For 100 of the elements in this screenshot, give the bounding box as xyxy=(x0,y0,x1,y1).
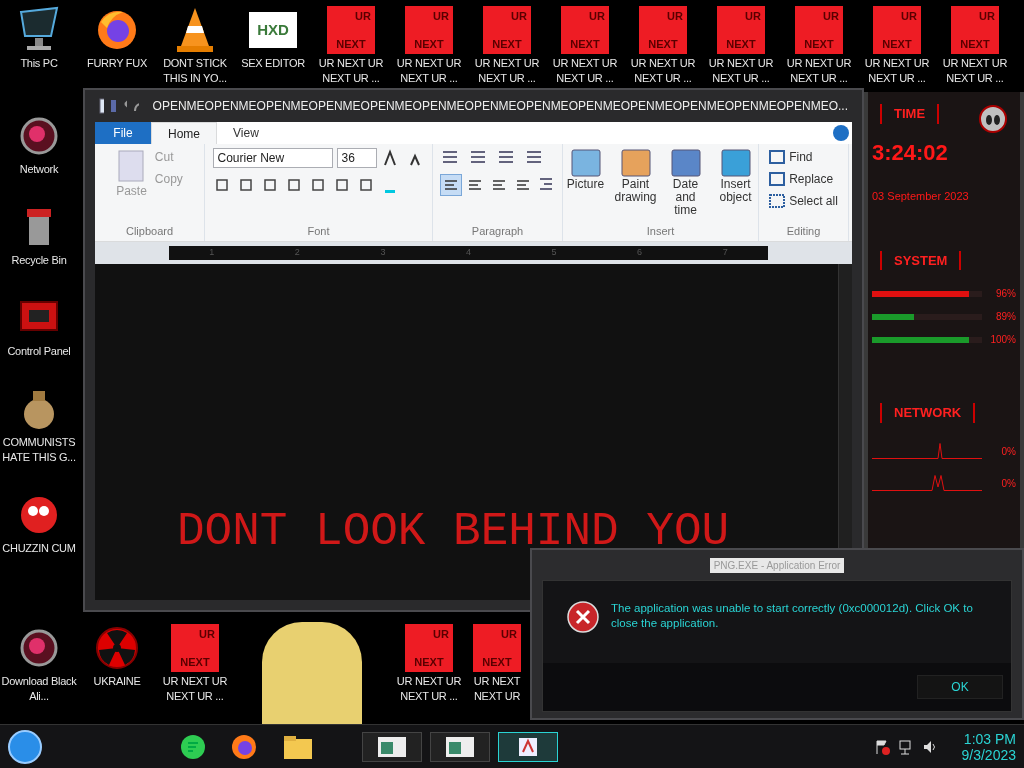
taskbar-window-button[interactable] xyxy=(498,731,558,762)
desktop-icon-label[interactable]: CHUZZIN CUM xyxy=(2,541,76,556)
desktop-icon-label[interactable]: UKRAINE xyxy=(93,674,141,689)
insert-button[interactable]: Insert object xyxy=(712,178,759,204)
group-label: Editing xyxy=(786,223,821,239)
insert-button[interactable]: Paint drawing xyxy=(612,178,659,204)
network-icon[interactable] xyxy=(897,738,914,755)
tile-text: UR xyxy=(901,9,918,24)
meter-reading: 100% xyxy=(989,333,1016,347)
tile-text: UR xyxy=(355,9,372,24)
window-title: OPENMEOPENMEOPENMEOPENMEOPENMEOPENMEOPENMEOPENMEOPENMEOPENMEOPENMEOPENMEOPENMEO... xyxy=(152,98,848,115)
ribbon-tab[interactable]: View xyxy=(217,122,275,144)
tile-text: UR xyxy=(511,9,528,24)
font-family-field[interactable]: Courier New xyxy=(212,148,333,168)
clock-time: 3:24:02 xyxy=(872,142,949,164)
desktop-icon-label[interactable]: UR NEXT UR NEXT UR ... xyxy=(780,56,858,86)
desktop-icon-label[interactable]: UR NEXT UR NEXT UR ... xyxy=(936,56,1014,86)
clipboard-icon xyxy=(117,148,146,182)
network-reading: 0% xyxy=(1000,476,1016,491)
dialog-title: PNG.EXE - Application Error xyxy=(709,557,845,573)
document-text: DONT LOOK BEHIND YOU xyxy=(177,508,730,556)
group-label: Paragraph xyxy=(471,223,524,239)
desktop-icon-label[interactable]: DONT STICK THIS IN YO... xyxy=(156,56,234,86)
desktop-icon-label[interactable]: UR NEXT NEXT UR xyxy=(468,674,526,704)
tile-text: UR xyxy=(979,9,996,24)
app-logo-icon: HXD xyxy=(249,12,297,48)
desktop-icon-label[interactable]: Control Panel xyxy=(7,344,71,359)
align-button[interactable] xyxy=(439,174,462,196)
desktop-icon-label[interactable]: UR NEXT UR NEXT UR ... xyxy=(702,56,780,86)
clock-date: 03 September 2023 xyxy=(872,189,970,204)
ribbon-tab[interactable]: File xyxy=(95,122,151,144)
tile-text: NEXT xyxy=(960,36,990,52)
tile-text: UR xyxy=(667,9,684,24)
ruler-number: 3 xyxy=(380,246,386,260)
ruler-number: 4 xyxy=(465,246,471,260)
tile-text: NEXT xyxy=(726,36,756,52)
taskbar-window-button[interactable] xyxy=(362,731,422,762)
tile-text: NEXT xyxy=(570,36,600,52)
window-thumbnail-icon xyxy=(377,735,407,758)
editing-button[interactable]: Find xyxy=(789,148,813,166)
alien-head-icon xyxy=(978,104,1008,134)
clock-time[interactable]: 1:03 PM xyxy=(963,730,1016,747)
tile-text: UR xyxy=(745,9,762,24)
taskbar-window-button[interactable] xyxy=(430,731,490,762)
tile-text: NEXT xyxy=(482,654,512,670)
meter-reading: 96% xyxy=(995,287,1016,301)
tile-text: NEXT xyxy=(492,36,522,52)
ruler-number: 7 xyxy=(722,246,728,260)
align-lines-icon xyxy=(491,179,506,191)
desktop-icon-label[interactable]: UR NEXT UR NEXT UR ... xyxy=(546,56,624,86)
desktop-icon-label[interactable]: FURRY FUX xyxy=(86,56,148,71)
flag-warning-icon[interactable] xyxy=(873,738,890,755)
tile-text: UR xyxy=(433,627,450,642)
group-label: Font xyxy=(307,223,330,239)
tile-text: NEXT xyxy=(336,36,366,52)
ribbon-tab[interactable]: Home xyxy=(151,122,217,144)
select-all-icon xyxy=(769,194,786,208)
desktop-icon-label[interactable]: UR NEXT UR NEXT UR ... xyxy=(390,674,468,704)
ok-button[interactable]: OK xyxy=(917,675,1003,699)
save-icon[interactable] xyxy=(110,99,116,113)
gadget-heading: SYSTEM xyxy=(880,250,962,270)
desktop-icon-label[interactable]: UR NEXT UR NEXT UR ... xyxy=(312,56,390,86)
insert-button[interactable]: Date and time xyxy=(662,178,709,217)
clock-date[interactable]: 9/3/2023 xyxy=(961,746,1016,763)
tile-text: UR xyxy=(433,9,450,24)
tile-text: NEXT xyxy=(882,36,912,52)
desktop-icon-label[interactable]: UR NEXT UR NEXT UR ... xyxy=(390,56,468,86)
desktop-icon-label[interactable]: Network xyxy=(19,162,59,177)
ruler-number: 5 xyxy=(551,246,557,260)
browser-icon xyxy=(95,8,139,52)
desktop-icon-label[interactable]: This PC xyxy=(20,56,58,71)
desktop-icon-label[interactable]: SEX EDITOR xyxy=(241,56,305,71)
desktop-icon-label[interactable]: UR NEXT UR NEXT UR ... xyxy=(468,56,546,86)
group-label: Clipboard xyxy=(125,223,174,239)
radiation-icon xyxy=(94,625,140,671)
insert-button[interactable]: Picture xyxy=(566,178,605,191)
editing-button[interactable]: Replace xyxy=(789,170,834,188)
network-reading: 0% xyxy=(1000,444,1016,459)
picture-icon xyxy=(569,148,602,178)
start-button[interactable] xyxy=(8,729,42,764)
cube-icon xyxy=(719,148,752,178)
desktop-icon-label[interactable]: UR NEXT UR NEXT UR ... xyxy=(156,674,234,704)
font-size-field[interactable]: 36 xyxy=(336,148,377,168)
desktop-icon-label[interactable]: UR NEXT UR NEXT UR ... xyxy=(858,56,936,86)
window-thumbnail-icon xyxy=(445,735,475,758)
editing-button[interactable]: Select all xyxy=(789,192,838,210)
error-icon xyxy=(567,601,599,633)
desktop-icon-label[interactable]: Recycle Bin xyxy=(11,253,67,268)
tile-text: UR xyxy=(199,627,216,642)
ruler-number: 1 xyxy=(209,246,215,260)
align-lines-icon xyxy=(443,179,458,191)
chat-app-icon[interactable] xyxy=(180,733,206,760)
desktop-icon-label[interactable]: COMMUNISTS HATE THIS G... xyxy=(0,435,78,465)
tile-text: NEXT xyxy=(648,36,678,52)
tile-text: NEXT xyxy=(414,36,444,52)
desktop-icon-label[interactable]: UR NEXT UR NEXT UR ... xyxy=(624,56,702,86)
meter-reading: 89% xyxy=(995,310,1016,324)
desktop-icon-label[interactable]: Download Black Ali... xyxy=(0,674,78,704)
browser-icon[interactable] xyxy=(230,732,258,761)
gadget-heading: TIME xyxy=(880,104,940,124)
